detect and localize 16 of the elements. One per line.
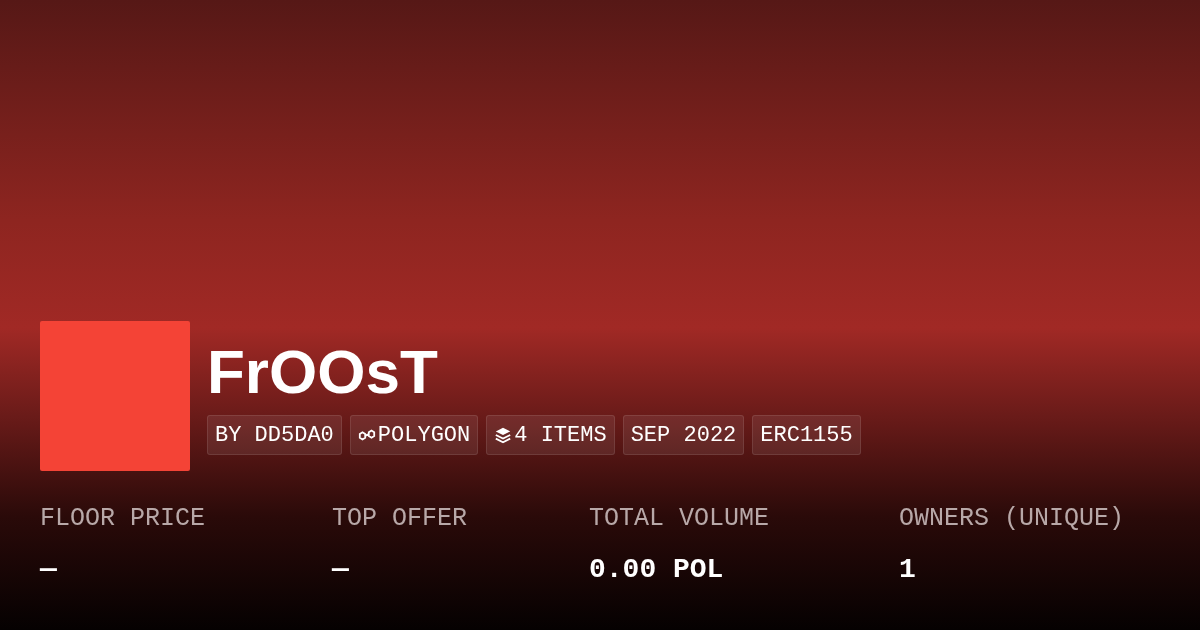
layers-icon — [494, 426, 513, 444]
stat-label: FLOOR PRICE — [40, 504, 207, 535]
stat-value: — — [332, 554, 350, 585]
tag-label: 4 ITEMS — [514, 422, 607, 448]
tag-label: SEP 2022 — [630, 422, 737, 448]
collection-title: FrOOsT — [207, 341, 439, 408]
tag-label: POLYGON — [377, 422, 471, 448]
stat-value: 0.00 POL — [589, 554, 725, 585]
tag-label: ERC1155 — [760, 422, 853, 448]
stat-label: TOTAL VOLUME — [589, 504, 771, 535]
stat-value: — — [40, 554, 58, 585]
stat-label: TOP OFFER — [332, 504, 469, 535]
tag-label: BY DD5DA0 — [215, 422, 334, 448]
chain-link-icon — [357, 426, 376, 444]
stat-value: 1 — [899, 554, 917, 585]
stat-label: OWNERS (UNIQUE) — [899, 504, 1126, 535]
